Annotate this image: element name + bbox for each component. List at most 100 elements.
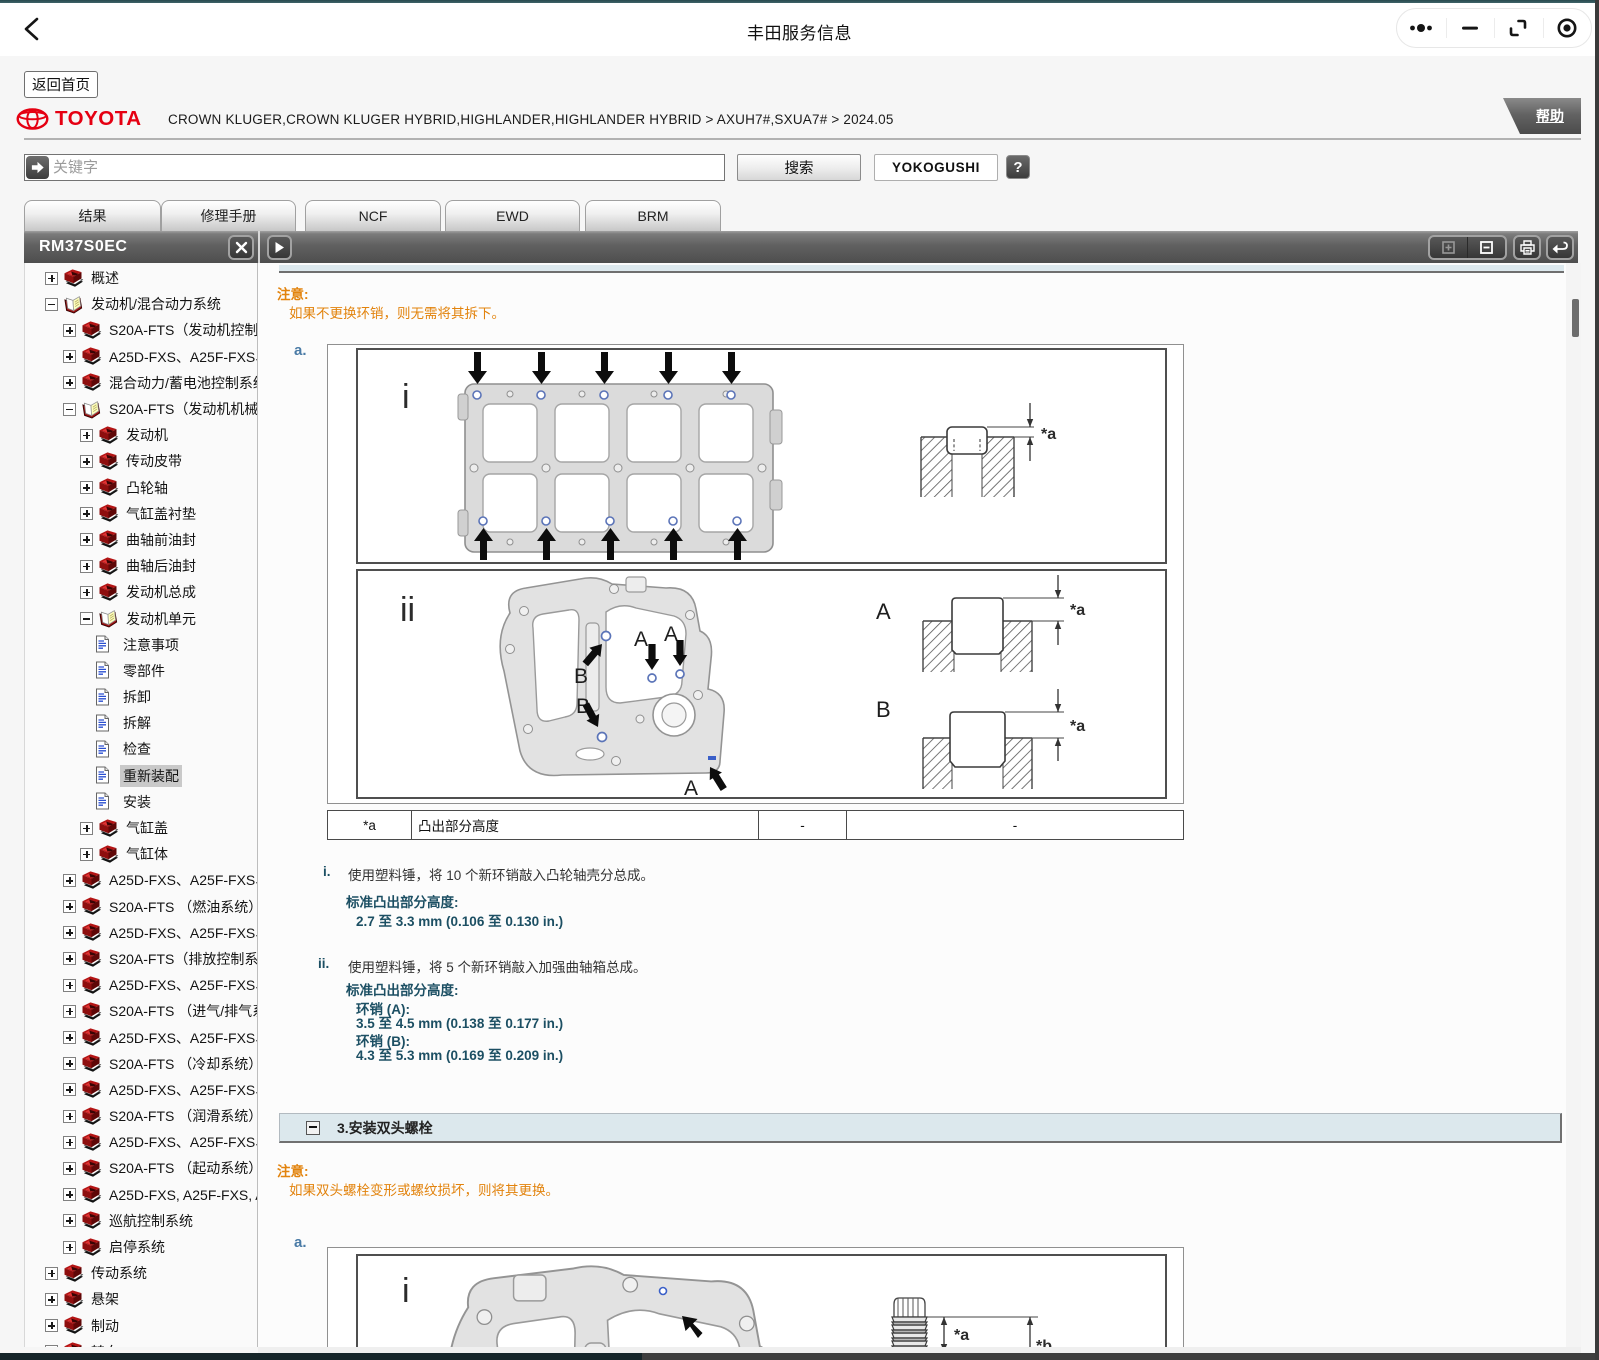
tree-item[interactable]: 概述 bbox=[25, 265, 257, 291]
tree-item[interactable]: 拆卸 bbox=[25, 684, 257, 710]
tree-item-label[interactable]: 启停系统 bbox=[106, 1236, 168, 1258]
tree-item[interactable]: 气缸体 bbox=[25, 841, 257, 867]
content-scrollbar[interactable] bbox=[1566, 263, 1581, 1347]
tree-item[interactable]: 发动机总成 bbox=[25, 579, 257, 605]
tree-item-label[interactable]: 拆卸 bbox=[120, 686, 154, 708]
record-icon[interactable] bbox=[1543, 9, 1592, 47]
tree-item-label[interactable]: S20A-FTS （燃油系统） bbox=[106, 896, 257, 918]
expand-icon[interactable] bbox=[45, 1345, 58, 1347]
tree-item[interactable]: S20A-FTS （冷却系统） bbox=[25, 1051, 257, 1077]
tab-结果[interactable]: 结果 bbox=[24, 200, 161, 232]
expand-icon[interactable] bbox=[63, 1241, 76, 1254]
tree-item-label[interactable]: 检查 bbox=[120, 738, 154, 760]
tree-item-label[interactable]: 发动机单元 bbox=[123, 608, 199, 630]
collapse-icon[interactable] bbox=[45, 298, 58, 311]
expand-icon[interactable] bbox=[63, 1162, 76, 1175]
tree-item[interactable]: A25D-FXS、A25F-FXS、A25A bbox=[25, 972, 257, 998]
maximize-icon[interactable] bbox=[1494, 9, 1543, 47]
close-tree-icon[interactable] bbox=[228, 235, 254, 260]
tree-item[interactable]: 重新装配 bbox=[25, 763, 257, 789]
tree-item[interactable]: 发动机 bbox=[25, 422, 257, 448]
expand-icon[interactable] bbox=[63, 376, 76, 389]
tree-item[interactable]: S20A-FTS（发动机机械部件） bbox=[25, 396, 257, 422]
tree-item-label[interactable]: 发动机/混合动力系统 bbox=[88, 293, 224, 315]
tree-item[interactable]: A25D-FXS、A25F-FXS、A25A bbox=[25, 1077, 257, 1103]
expand-icon[interactable] bbox=[80, 455, 93, 468]
tree-item-label[interactable]: 气缸盖衬垫 bbox=[123, 503, 199, 525]
tree-item[interactable]: 制动 bbox=[25, 1313, 257, 1339]
back-home-button[interactable]: 返回首页 bbox=[24, 71, 98, 98]
tree-item-label[interactable]: S20A-FTS（发动机控制系统） bbox=[106, 319, 257, 341]
tree-item[interactable]: S20A-FTS （起动系统） bbox=[25, 1155, 257, 1181]
expand-all-icon[interactable] bbox=[1430, 237, 1467, 258]
tree-item-label[interactable]: A25D-FXS、A25F-FXS、A25A bbox=[106, 922, 257, 944]
tree-item[interactable]: S20A-FTS（发动机控制系统） bbox=[25, 317, 257, 343]
tree-item-label[interactable]: S20A-FTS（排放控制系统） bbox=[106, 948, 257, 970]
tree-item[interactable]: 曲轴后油封 bbox=[25, 553, 257, 579]
tree-item-label[interactable]: 混合动力/蓄电池控制系统 bbox=[106, 372, 257, 394]
expand-icon[interactable] bbox=[63, 324, 76, 337]
expand-icon[interactable] bbox=[63, 1005, 76, 1018]
return-icon[interactable] bbox=[1546, 235, 1574, 260]
expand-icon[interactable] bbox=[63, 952, 76, 965]
expand-icon[interactable] bbox=[80, 429, 93, 442]
tree-item-label[interactable]: 气缸体 bbox=[123, 843, 171, 865]
tab-EWD[interactable]: EWD bbox=[445, 200, 580, 232]
tree-item[interactable]: A25D-FXS、A25F-FXS、A25A bbox=[25, 344, 257, 370]
tree-item[interactable]: S20A-FTS （润滑系统） bbox=[25, 1103, 257, 1129]
search-go-icon[interactable] bbox=[26, 156, 49, 179]
tree-item[interactable]: 发动机单元 bbox=[25, 605, 257, 631]
expand-icon[interactable] bbox=[45, 1293, 58, 1306]
collapse-section-icon[interactable] bbox=[306, 1121, 320, 1135]
expand-icon[interactable] bbox=[63, 1136, 76, 1149]
expand-icon[interactable] bbox=[45, 1319, 58, 1332]
tree-item-label[interactable]: A25D-FXS, A25F-FXS, A25A bbox=[106, 1186, 257, 1204]
tree-item-label[interactable]: 曲轴后油封 bbox=[123, 555, 199, 577]
tree-item-label[interactable]: 发动机 bbox=[123, 424, 171, 446]
expand-icon[interactable] bbox=[80, 822, 93, 835]
tree-item[interactable]: A25D-FXS、A25F-FXS、A25A bbox=[25, 1024, 257, 1050]
expand-icon[interactable] bbox=[63, 926, 76, 939]
tree-item-label[interactable]: 转向 bbox=[88, 1341, 122, 1347]
minimize-icon[interactable] bbox=[1446, 9, 1495, 47]
tree-item[interactable]: 拆解 bbox=[25, 710, 257, 736]
tree-item[interactable]: 安装 bbox=[25, 789, 257, 815]
tree-item[interactable]: S20A-FTS （燃油系统） bbox=[25, 894, 257, 920]
tree-item-label[interactable]: 曲轴前油封 bbox=[123, 529, 199, 551]
print-icon[interactable] bbox=[1513, 235, 1541, 260]
expand-icon[interactable] bbox=[63, 874, 76, 887]
tree-item-label[interactable]: 凸轮轴 bbox=[123, 477, 171, 499]
tree-item-label[interactable]: 巡航控制系统 bbox=[106, 1210, 196, 1232]
tree-item-label[interactable]: A25D-FXS、A25F-FXS、A25A bbox=[106, 1131, 257, 1153]
tree-item[interactable]: 传动皮带 bbox=[25, 448, 257, 474]
tree-item-label[interactable]: A25D-FXS、A25F-FXS、A25A bbox=[106, 869, 257, 891]
tree-item[interactable]: A25D-FXS, A25F-FXS, A25A bbox=[25, 1182, 257, 1208]
search-button[interactable]: 搜索 bbox=[737, 154, 861, 181]
yokogushi-button[interactable]: YOKOGUSHI bbox=[874, 154, 998, 181]
tree-item-label[interactable]: 气缸盖 bbox=[123, 817, 171, 839]
more-icon[interactable] bbox=[1397, 9, 1446, 47]
collapse-sidebar-icon[interactable] bbox=[267, 235, 292, 260]
tree-item-label[interactable]: 概述 bbox=[88, 267, 122, 289]
tree-item[interactable]: 传动系统 bbox=[25, 1260, 257, 1286]
tree-item[interactable]: 凸轮轴 bbox=[25, 475, 257, 501]
tree-item-label[interactable]: S20A-FTS （起动系统） bbox=[106, 1157, 257, 1179]
tree-item-label[interactable]: S20A-FTS （冷却系统） bbox=[106, 1053, 257, 1075]
tree-item[interactable]: 零部件 bbox=[25, 658, 257, 684]
tree-item-label[interactable]: 制动 bbox=[88, 1315, 122, 1337]
tree-item[interactable]: 发动机/混合动力系统 bbox=[25, 291, 257, 317]
tree-item-label[interactable]: 拆解 bbox=[120, 712, 154, 734]
tree-item[interactable]: 混合动力/蓄电池控制系统 bbox=[25, 370, 257, 396]
expand-icon[interactable] bbox=[63, 1083, 76, 1096]
tab-NCF[interactable]: NCF bbox=[305, 200, 441, 232]
tree-item-label[interactable]: S20A-FTS （进气/排气系统） bbox=[106, 1000, 257, 1022]
tree-item-label[interactable]: A25D-FXS、A25F-FXS、A25A bbox=[106, 1079, 257, 1101]
scrollbar-thumb[interactable] bbox=[1572, 299, 1579, 337]
tree-item[interactable]: 巡航控制系统 bbox=[25, 1208, 257, 1234]
tree-item-label[interactable]: 安装 bbox=[120, 791, 154, 813]
tree-item[interactable]: S20A-FTS（排放控制系统） bbox=[25, 946, 257, 972]
tree-item-label[interactable]: 零部件 bbox=[120, 660, 168, 682]
tree-item[interactable]: 曲轴前油封 bbox=[25, 527, 257, 553]
expand-icon[interactable] bbox=[63, 979, 76, 992]
tree-item[interactable]: A25D-FXS、A25F-FXS、A25A bbox=[25, 920, 257, 946]
